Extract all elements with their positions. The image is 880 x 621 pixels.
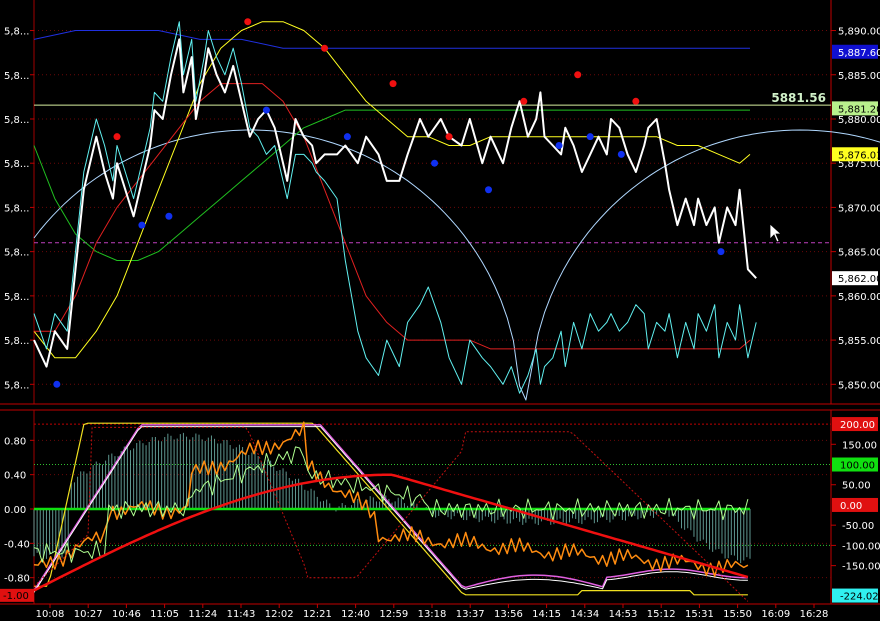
buy-signal-marker [53, 380, 61, 388]
trading-chart[interactable]: 5,8... 5,8... 5,8... 5,8... 5,8... 5,8... 5,8.… [0, 0, 880, 621]
price-right-tick-label: 5,870.00 [838, 203, 880, 214]
time-tick-label: 14:34 [570, 609, 599, 620]
osc-badge-label: 200.00 [840, 420, 875, 431]
buy-signal-marker [431, 159, 439, 167]
price-left-tick-label: 5,8... [4, 380, 29, 391]
price-badge-label: 5,881.20 [838, 104, 880, 115]
time-tick-label: 12:02 [265, 609, 294, 620]
buy-signal-marker [343, 133, 351, 141]
time-tick-label: 11:24 [188, 609, 217, 620]
sell-signal-marker [632, 97, 640, 105]
buy-signal-marker [555, 142, 563, 150]
sell-signal-marker [520, 97, 528, 105]
sell-signal-marker [389, 80, 397, 88]
osc-left-tick-label: 0.80 [4, 436, 26, 447]
buy-signal-marker [165, 212, 173, 220]
price-left-tick-label: 5,8... [4, 248, 29, 259]
time-tick-label: 11:43 [227, 609, 256, 620]
sell-signal-marker [574, 71, 582, 79]
price-badge-label: 5,887.60 [838, 48, 880, 59]
price-right-tick-label: 5,865.00 [838, 248, 880, 259]
osc-right-tick-label: -50.00 [842, 521, 874, 532]
osc-right-tick-label: 50.00 [842, 481, 871, 492]
time-tick-label: 10:08 [36, 609, 65, 620]
price-right-tick-label: 5,850.00 [838, 380, 880, 391]
buy-signal-marker [262, 106, 270, 114]
time-tick-label: 10:27 [74, 609, 103, 620]
price-right-tick-label: 5,885.00 [838, 71, 880, 82]
osc-right-tick-label: -150.00 [842, 562, 880, 573]
time-tick-label: 15:12 [647, 609, 676, 620]
time-tick-label: 13:56 [494, 609, 523, 620]
time-tick-label: 14:15 [532, 609, 561, 620]
price-left-tick-label: 5,8... [4, 292, 29, 303]
osc-left-tick-label: 0.00 [4, 505, 26, 516]
price-right-tick-labels: 5,890.005,885.005,880.005,875.005,870.00… [831, 27, 880, 391]
time-tick-label: 15:31 [685, 609, 714, 620]
price-right-tick-label: 5,860.00 [838, 292, 880, 303]
osc-left-badge-label: -1.00 [3, 591, 29, 602]
time-tick-label: 16:28 [800, 609, 829, 620]
time-tick-label: 14:53 [609, 609, 638, 620]
time-tick-label: 12:40 [341, 609, 370, 620]
buy-signal-marker [617, 150, 625, 158]
price-left-tick-label: 5,8... [4, 71, 29, 82]
sell-signal-marker [113, 133, 121, 141]
price-badge-label: 5,862.00 [838, 274, 880, 285]
time-tick-label: 11:05 [150, 609, 179, 620]
time-tick-label: 12:21 [303, 609, 332, 620]
osc-badge-label: 100.00 [840, 461, 875, 472]
osc-right-tick-label: 150.00 [842, 440, 877, 451]
osc-left-tick-label: -0.40 [4, 539, 30, 550]
price-right-tick-label: 5,890.00 [838, 27, 880, 38]
hline-price-label: 5881.56 [771, 91, 826, 105]
time-tick-label: 10:46 [112, 609, 141, 620]
price-left-tick-label: 5,8... [4, 27, 29, 38]
sell-signal-marker [445, 133, 453, 141]
buy-signal-marker [586, 133, 594, 141]
osc-right-tick-label: -100.00 [842, 541, 880, 552]
osc-badge-label: -224.02 [840, 592, 879, 603]
time-tick-label: 13:37 [456, 609, 485, 620]
osc-badge-label: 0.00 [840, 501, 862, 512]
price-right-tick-label: 5,855.00 [838, 336, 880, 347]
sell-signal-marker [321, 44, 329, 52]
time-tick-label: 16:09 [761, 609, 790, 620]
price-left-tick-label: 5,8... [4, 115, 29, 126]
time-tick-label: 12:59 [379, 609, 408, 620]
buy-signal-marker [485, 186, 493, 194]
price-left-tick-label: 5,8... [4, 159, 29, 170]
osc-left-tick-label: -0.80 [4, 574, 30, 585]
time-tick-label: 13:18 [418, 609, 447, 620]
price-badge-label: 5,876.01 [838, 150, 880, 161]
buy-signal-marker [138, 221, 146, 229]
chart-background [0, 0, 880, 621]
price-right-tick-label: 5,880.00 [838, 115, 880, 126]
osc-left-tick-label: 0.40 [4, 471, 26, 482]
time-tick-label: 15:50 [723, 609, 752, 620]
buy-signal-marker [717, 248, 725, 256]
price-left-tick-label: 5,8... [4, 336, 29, 347]
price-left-tick-label: 5,8... [4, 203, 29, 214]
sell-signal-marker [244, 18, 252, 26]
